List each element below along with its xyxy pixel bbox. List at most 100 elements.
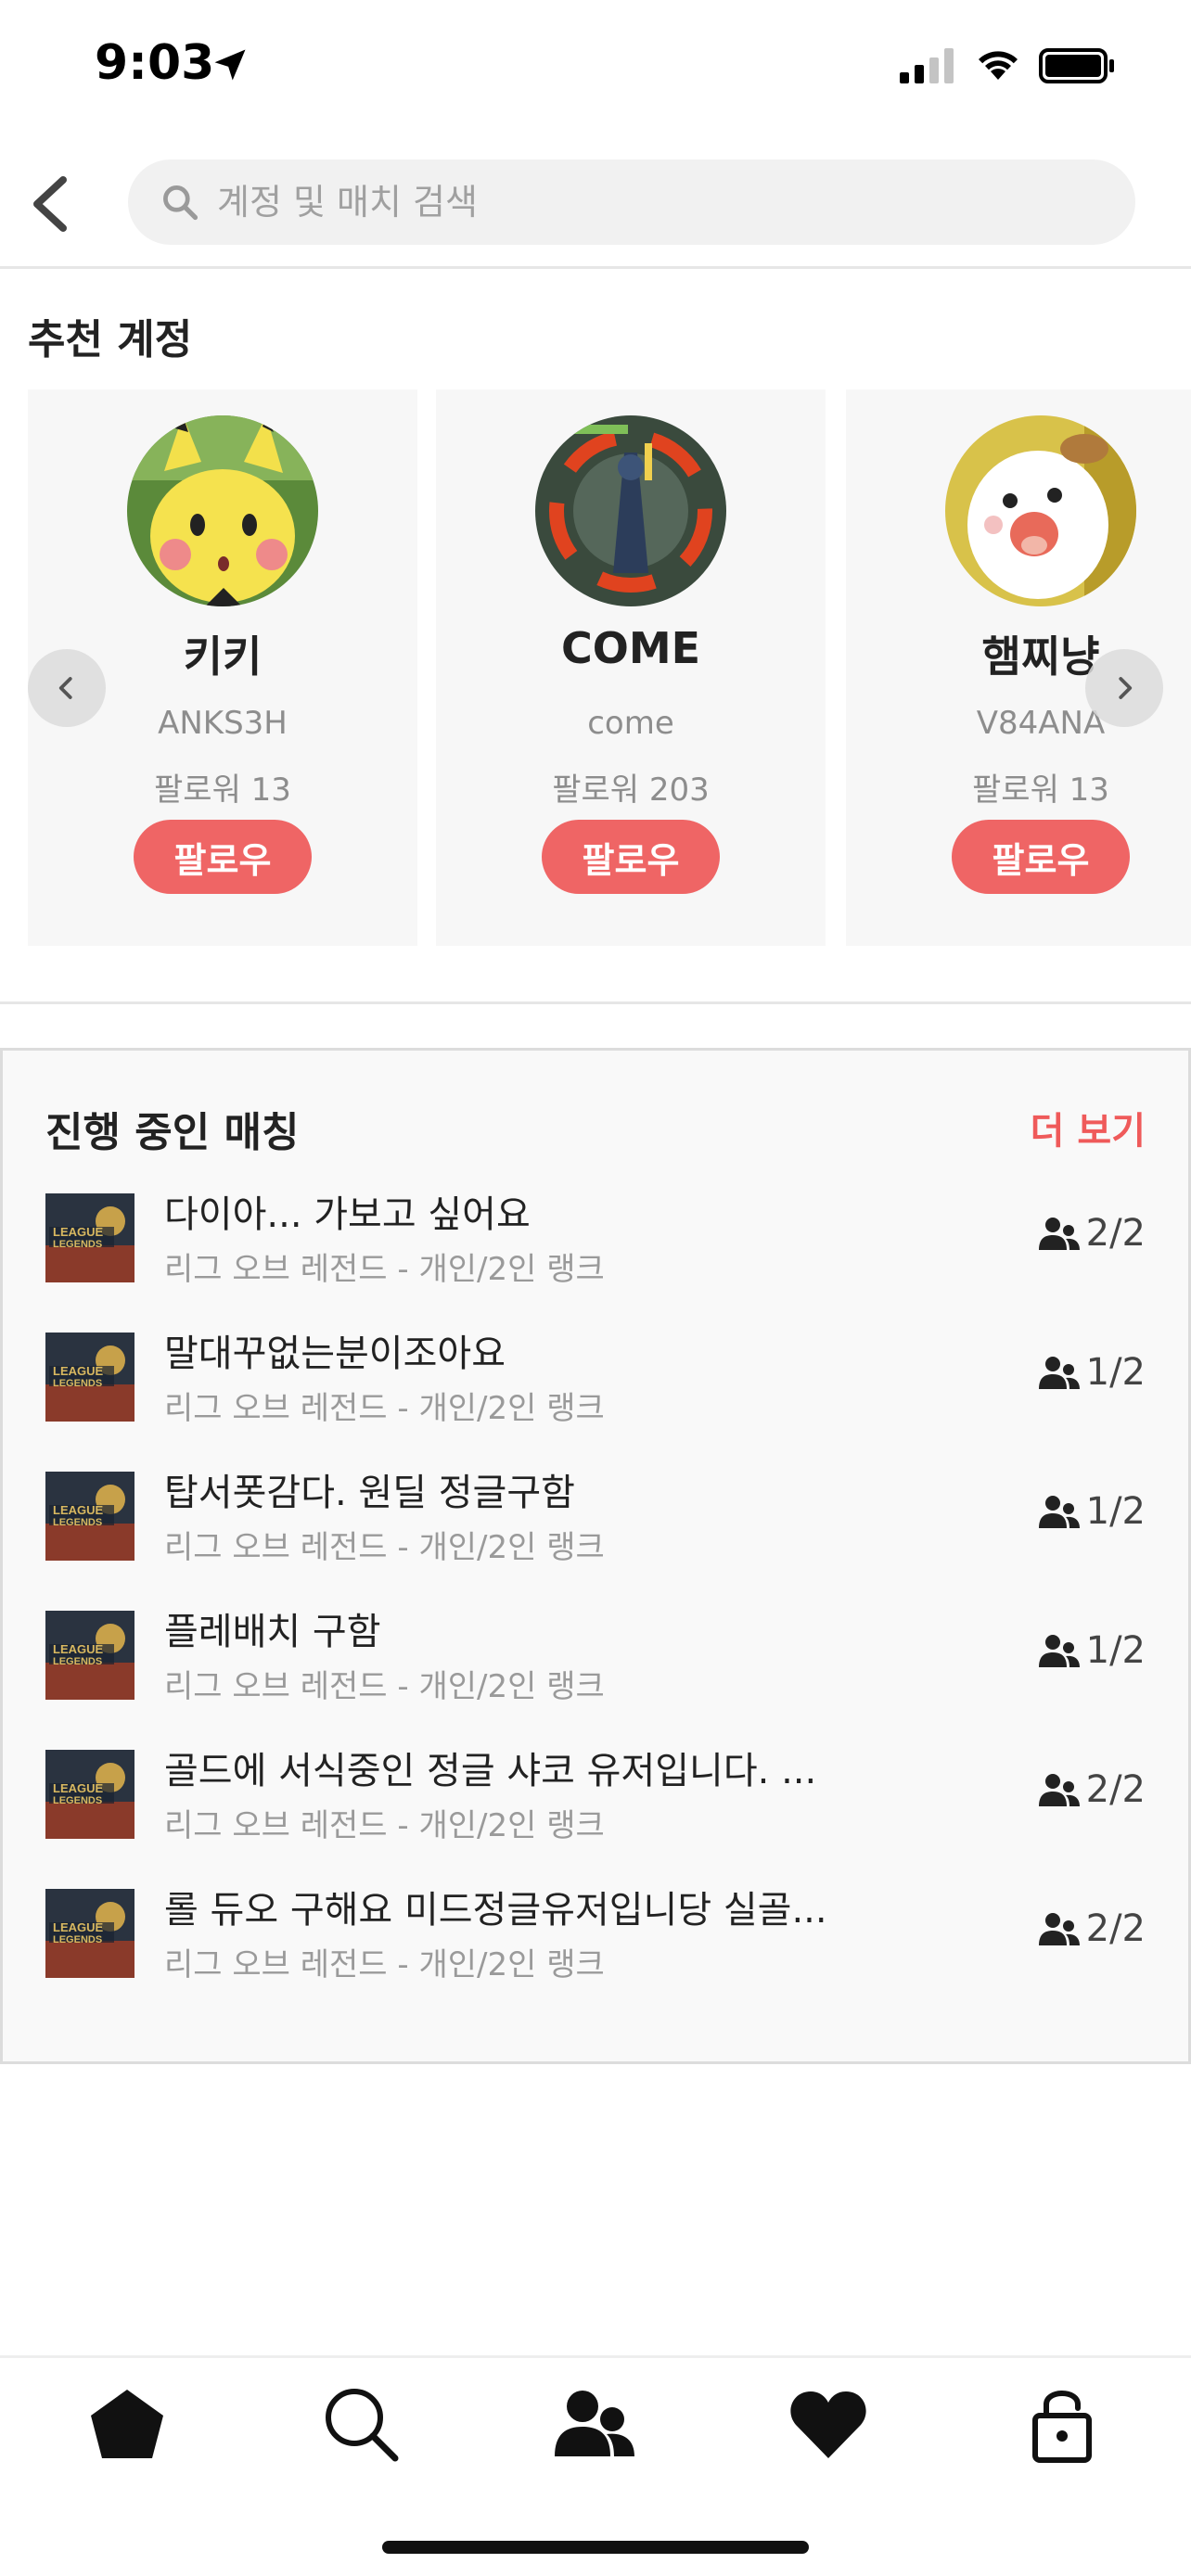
section-divider	[0, 1001, 1191, 1004]
tab-likes[interactable]	[787, 2382, 870, 2466]
location-arrow-icon	[214, 49, 246, 81]
match-list: LEAGUE LEGENDS 다이아... 가보고 싶어요 리그 오브 레전드 - 개…	[3, 1180, 1188, 2015]
search-input[interactable]	[217, 159, 1108, 245]
heart-icon	[790, 2391, 866, 2458]
search-bar[interactable]	[128, 159, 1135, 245]
svg-text:LEAGUE: LEAGUE	[53, 1225, 104, 1239]
participant-count: 2/2	[1038, 1212, 1146, 1255]
tab-home[interactable]	[85, 2382, 169, 2466]
people-icon	[1038, 1635, 1080, 1667]
game-thumbnail: LEAGUE LEGENDS	[45, 1611, 134, 1700]
match-title: 다이아... 가보고 싶어요	[164, 1193, 531, 1236]
svg-text:LEGENDS: LEGENDS	[53, 1517, 102, 1528]
svg-text:LEAGUE: LEAGUE	[53, 1642, 104, 1656]
match-count: 2/2	[1085, 1212, 1146, 1255]
svg-text:LEAGUE: LEAGUE	[53, 1781, 104, 1795]
cellular-signal-icon	[900, 48, 954, 83]
account-card[interactable]: COME come 팔로워 203 팔로우	[436, 389, 826, 946]
game-thumbnail: LEAGUE LEGENDS	[45, 1750, 134, 1839]
match-subtitle: 리그 오브 레전드 - 개인/2인 랭크	[164, 1529, 605, 1566]
tab-matching[interactable]	[553, 2382, 636, 2466]
match-count: 1/2	[1085, 1490, 1146, 1533]
match-title: 골드에 서식중인 정글 샤코 유저입니다. ...	[164, 1750, 817, 1792]
svg-text:LEGENDS: LEGENDS	[53, 1378, 102, 1389]
people-icon	[1038, 1496, 1080, 1528]
match-count: 1/2	[1085, 1351, 1146, 1394]
match-item[interactable]: LEAGUE LEGENDS 탑서폿감다. 원딜 정글구함리그 오브 레전드 - 개…	[3, 1459, 1188, 1598]
svg-text:LEAGUE: LEAGUE	[53, 1503, 104, 1517]
match-item[interactable]: LEAGUE LEGENDS 말대꾸없는분이조아요리그 오브 레전드 - 개인/2인…	[3, 1320, 1188, 1459]
tab-bar	[0, 2355, 1191, 2485]
see-more-link[interactable]: 더 보기	[1031, 1101, 1146, 1154]
follower-count: 팔로워 203	[552, 772, 710, 809]
match-subtitle: 리그 오브 레전드 - 개인/2인 랭크	[164, 1807, 605, 1844]
matches-title: 진행 중인 매칭	[45, 1109, 300, 1156]
match-count: 2/2	[1085, 1907, 1146, 1950]
search-icon	[163, 185, 198, 221]
carousel-prev-button[interactable]	[28, 649, 106, 727]
game-thumbnail: LEAGUE LEGENDS	[45, 1472, 134, 1561]
game-thumbnail: LEAGUE LEGENDS	[45, 1193, 134, 1282]
match-title: 탑서폿감다. 원딜 정글구함	[164, 1472, 575, 1514]
recommended-title: 추천 계정	[28, 316, 193, 363]
carousel-next-button[interactable]	[1085, 649, 1163, 727]
people-icon	[1038, 1913, 1080, 1945]
participant-count: 1/2	[1038, 1490, 1146, 1533]
chevron-right-icon	[1119, 677, 1133, 699]
people-icon	[1038, 1218, 1080, 1250]
people-icon	[1038, 1774, 1080, 1806]
status-time: 9:03	[95, 35, 215, 91]
search-header	[0, 139, 1191, 269]
match-item[interactable]: LEAGUE LEGENDS 플레배치 구함리그 오브 레전드 - 개인/2인 랭크…	[3, 1598, 1188, 1737]
match-item[interactable]: LEAGUE LEGENDS 롤 듀오 구해요 미드정글유저입니당 실골... 리그 …	[3, 1876, 1188, 2015]
account-id: come	[587, 705, 674, 742]
wifi-icon	[979, 51, 1018, 80]
svg-text:LEGENDS: LEGENDS	[53, 1795, 102, 1806]
participant-count: 1/2	[1038, 1629, 1146, 1672]
recommended-carousel: 키키 ANKS3H 팔로워 13 팔로우 COME come 팔로워 203 팔…	[0, 389, 1191, 946]
ongoing-matches-section: 진행 중인 매칭 더 보기 LEAGUE LEGENDS 다이아... 가보고 싶어…	[0, 1048, 1191, 2064]
avatar	[127, 415, 318, 606]
account-name: COME	[560, 623, 701, 673]
match-subtitle: 리그 오브 레전드 - 개인/2인 랭크	[164, 1251, 605, 1288]
follow-button[interactable]: 팔로우	[952, 820, 1130, 894]
tab-search[interactable]	[319, 2382, 403, 2466]
avatar	[945, 415, 1136, 606]
people-icon	[1038, 1357, 1080, 1389]
status-bar: 9:03	[0, 0, 1191, 139]
match-item[interactable]: LEAGUE LEGENDS 골드에 서식중인 정글 샤코 유저입니다. ... 리그…	[3, 1737, 1188, 1876]
people-icon	[555, 2391, 634, 2456]
avatar	[535, 415, 726, 606]
match-subtitle: 리그 오브 레전드 - 개인/2인 랭크	[164, 1946, 605, 1983]
match-title: 말대꾸없는분이조아요	[164, 1333, 506, 1375]
match-count: 2/2	[1085, 1768, 1146, 1811]
match-title: 롤 듀오 구해요 미드정글유저입니당 실골...	[164, 1889, 827, 1932]
follower-count: 팔로워 13	[972, 772, 1109, 809]
match-title: 플레배치 구함	[164, 1611, 381, 1653]
tab-my[interactable]	[1020, 2382, 1104, 2466]
participant-count: 2/2	[1038, 1907, 1146, 1950]
svg-text:LEAGUE: LEAGUE	[53, 1364, 104, 1378]
game-thumbnail: LEAGUE LEGENDS	[45, 1333, 134, 1422]
back-arrow-icon[interactable]	[26, 174, 72, 234]
home-icon	[91, 2390, 163, 2458]
follow-button[interactable]: 팔로우	[134, 820, 312, 894]
battery-icon	[1039, 48, 1114, 83]
svg-text:LEGENDS: LEGENDS	[53, 1239, 102, 1250]
match-subtitle: 리그 오브 레전드 - 개인/2인 랭크	[164, 1668, 605, 1705]
match-subtitle: 리그 오브 레전드 - 개인/2인 랭크	[164, 1390, 605, 1427]
svg-text:LEGENDS: LEGENDS	[53, 1934, 102, 1945]
game-thumbnail: LEAGUE LEGENDS	[45, 1889, 134, 1978]
follower-count: 팔로워 13	[154, 772, 291, 809]
match-count: 1/2	[1085, 1629, 1146, 1672]
svg-text:LEGENDS: LEGENDS	[53, 1656, 102, 1667]
follow-button[interactable]: 팔로우	[542, 820, 720, 894]
home-indicator	[382, 2541, 809, 2554]
participant-count: 2/2	[1038, 1768, 1146, 1811]
svg-text:LEAGUE: LEAGUE	[53, 1920, 104, 1934]
match-item[interactable]: LEAGUE LEGENDS 다이아... 가보고 싶어요리그 오브 레전드 - 개…	[3, 1180, 1188, 1320]
search-icon	[326, 2389, 399, 2462]
chevron-left-icon	[58, 677, 72, 699]
participant-count: 1/2	[1038, 1351, 1146, 1394]
lock-icon	[1032, 2391, 1092, 2463]
